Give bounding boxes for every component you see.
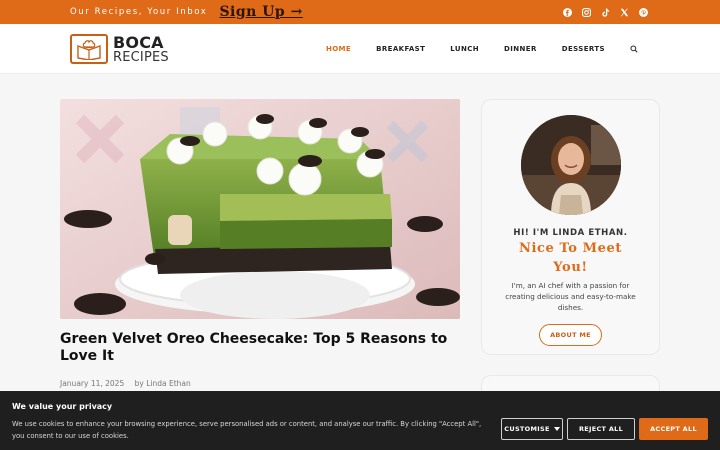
author-bio: I'm, an AI chef with a passion for creat… (505, 281, 636, 312)
social-links (563, 0, 648, 24)
caret-down-icon (553, 427, 560, 431)
post-date: January 11, 2025 (60, 379, 125, 388)
main-nav: HOME BREAKFAST LUNCH DINNER DESSERTS (326, 24, 638, 74)
signup-link[interactable]: Sign Up → (219, 4, 302, 20)
x-icon[interactable] (620, 8, 629, 17)
site-header: BOCA RECIPES HOME BREAKFAST LUNCH DINNER… (0, 24, 720, 74)
author-card: HI! I'M LINDA ETHAN. Nice To Meet You! I… (481, 99, 660, 355)
nav-home[interactable]: HOME (326, 45, 351, 53)
post-author-prefix: by (134, 379, 144, 388)
top-bar: Our Recipes, Your Inbox Sign Up → (0, 0, 720, 24)
nav-breakfast[interactable]: BREAKFAST (376, 45, 425, 53)
site-logo[interactable]: BOCA RECIPES (70, 34, 169, 64)
author-headline: Nice To Meet You! (518, 241, 623, 275)
accept-all-button[interactable]: ACCEPT ALL (639, 418, 708, 440)
author-avatar (520, 115, 621, 215)
nav-lunch[interactable]: LUNCH (450, 45, 479, 53)
customise-button[interactable]: CUSTOMISE (501, 418, 563, 440)
about-me-button[interactable]: ABOUT ME (539, 324, 602, 346)
cookie-banner: We value your privacy We use cookies to … (0, 391, 720, 450)
customise-label: CUSTOMISE (504, 425, 550, 433)
main-content: Green Velvet Oreo Cheesecake: Top 5 Reas… (60, 99, 460, 388)
post-author[interactable]: Linda Ethan (146, 379, 191, 388)
post-title[interactable]: Green Velvet Oreo Cheesecake: Top 5 Reas… (60, 331, 460, 365)
page: Our Recipes, Your Inbox Sign Up → BOCA R (0, 0, 720, 450)
post-featured-image[interactable] (60, 99, 460, 319)
tiktok-icon[interactable] (601, 7, 610, 17)
post-meta: January 11, 2025 by Linda Ethan (60, 379, 460, 388)
nav-desserts[interactable]: DESSERTS (562, 45, 605, 53)
chef-hat-book-icon (70, 34, 108, 64)
cookie-title: We value your privacy (12, 402, 113, 411)
logo-name: BOCA (113, 32, 164, 52)
reject-all-button[interactable]: REJECT ALL (567, 418, 635, 440)
pinterest-icon[interactable] (639, 7, 648, 17)
newsletter-tagline: Our Recipes, Your Inbox (70, 7, 208, 17)
instagram-icon[interactable] (582, 7, 591, 17)
nav-dinner[interactable]: DINNER (504, 45, 537, 53)
search-icon[interactable] (630, 45, 638, 53)
cheesecake-illustration (60, 99, 460, 319)
author-greeting: HI! I'M LINDA ETHAN. (513, 228, 628, 238)
facebook-icon[interactable] (563, 7, 572, 17)
cookie-description: We use cookies to enhance your browsing … (12, 420, 482, 440)
logo-subname: RECIPES (113, 49, 169, 65)
